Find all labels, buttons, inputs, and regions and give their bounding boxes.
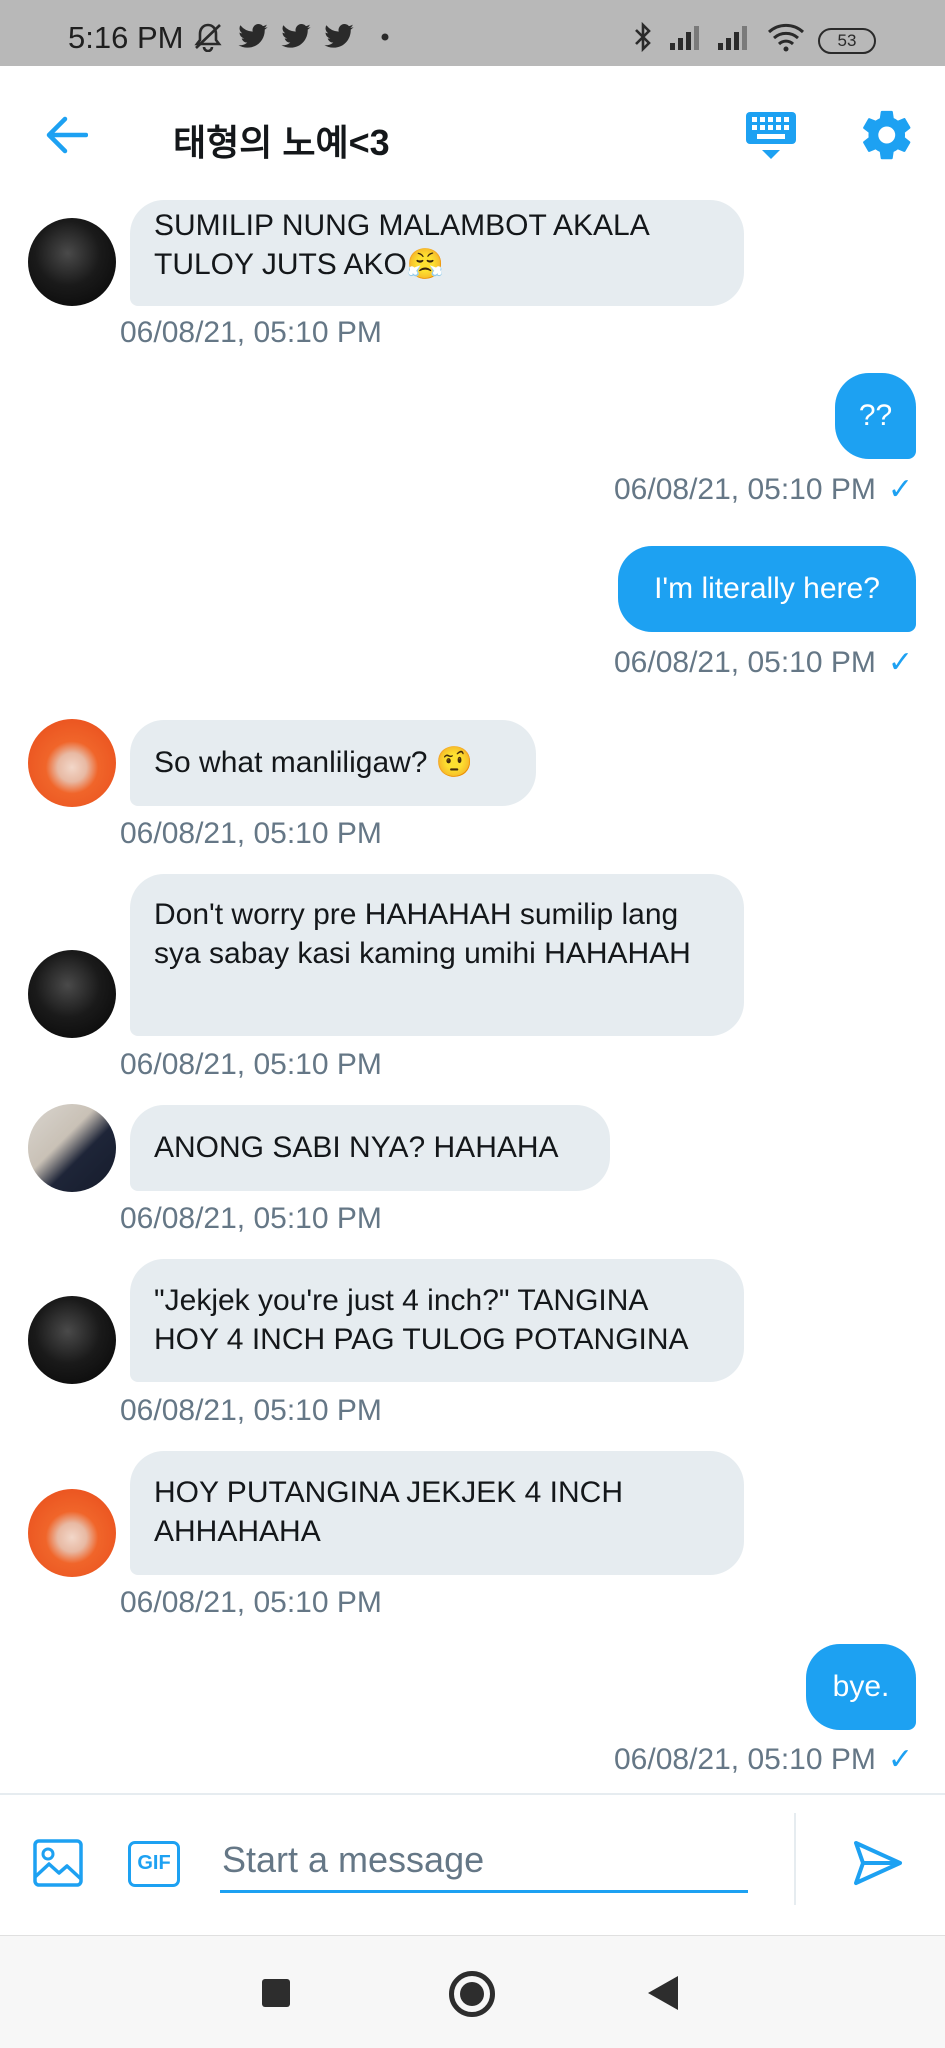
message-timestamp: 06/08/21, 05:10 PM bbox=[120, 1202, 382, 1235]
message-bubble-incoming[interactable]: ANONG SABI NYA? HAHAHA bbox=[130, 1105, 610, 1191]
message-input[interactable] bbox=[220, 1829, 748, 1893]
back-button[interactable] bbox=[38, 110, 94, 160]
keyboard-icon bbox=[746, 112, 796, 159]
check-icon: ✓ bbox=[887, 646, 913, 679]
message-composer: GIF bbox=[0, 1793, 945, 1933]
message-timestamp: 06/08/21, 05:10 PM ✓ bbox=[614, 473, 913, 506]
message-bubble-incoming[interactable]: So what manliligaw? 🤨 bbox=[130, 720, 536, 806]
message-bubble-outgoing[interactable]: I'm literally here? bbox=[618, 546, 916, 632]
wifi-icon bbox=[766, 22, 806, 52]
check-icon: ✓ bbox=[887, 1743, 913, 1776]
battery-icon: 53 bbox=[818, 28, 876, 54]
conversation-title[interactable]: 태형의 노예<3 bbox=[173, 114, 390, 166]
message-timestamp: 06/08/21, 05:10 PM ✓ bbox=[614, 646, 913, 679]
avatar[interactable] bbox=[28, 950, 116, 1038]
settings-button[interactable] bbox=[858, 106, 916, 164]
message-timestamp: 06/08/21, 05:10 PM bbox=[120, 817, 382, 850]
dot-icon bbox=[380, 22, 390, 52]
home-button[interactable] bbox=[449, 1971, 495, 2017]
keyboard-button[interactable] bbox=[742, 106, 800, 164]
twitter-icon bbox=[280, 22, 312, 52]
message-timestamp: 06/08/21, 05:10 PM bbox=[120, 1394, 382, 1427]
avatar[interactable] bbox=[28, 1104, 116, 1192]
message-timestamp: 06/08/21, 05:10 PM bbox=[120, 316, 382, 349]
status-bar: 5:16 PM 53 bbox=[0, 0, 945, 66]
signal-icon bbox=[668, 22, 706, 52]
signal-icon bbox=[716, 22, 754, 52]
system-navigation-bar bbox=[0, 1935, 945, 2048]
message-bubble-outgoing[interactable]: bye. bbox=[806, 1644, 916, 1730]
gear-icon bbox=[863, 110, 911, 160]
check-icon: ✓ bbox=[887, 473, 913, 506]
avatar[interactable] bbox=[28, 719, 116, 807]
twitter-icon bbox=[237, 22, 269, 52]
status-time: 5:16 PM bbox=[68, 20, 184, 55]
avatar[interactable] bbox=[28, 218, 116, 306]
system-back-button[interactable] bbox=[648, 1976, 678, 2010]
message-timestamp: 06/08/21, 05:10 PM bbox=[120, 1586, 382, 1619]
twitter-icon bbox=[323, 22, 355, 52]
avatar[interactable] bbox=[28, 1489, 116, 1577]
bluetooth-icon bbox=[632, 21, 654, 53]
send-icon bbox=[854, 1841, 902, 1885]
message-bubble-incoming[interactable]: HOY PUTANGINA JEKJEK 4 INCH AHHAHAHA bbox=[130, 1451, 744, 1575]
image-icon bbox=[33, 1839, 83, 1887]
arrow-left-icon bbox=[46, 116, 88, 154]
message-bubble-outgoing[interactable]: ?? bbox=[835, 373, 916, 459]
gif-button[interactable]: GIF bbox=[128, 1841, 180, 1887]
avatar[interactable] bbox=[28, 1296, 116, 1384]
message-timestamp: 06/08/21, 05:10 PM bbox=[120, 1048, 382, 1081]
recents-button[interactable] bbox=[262, 1979, 290, 2007]
add-image-button[interactable] bbox=[32, 1837, 84, 1889]
message-bubble-incoming[interactable]: Don't worry pre HAHAHAH sumilip lang sya… bbox=[130, 874, 744, 1036]
message-bubble-incoming[interactable]: "Jekjek you're just 4 inch?" TANGINA HOY… bbox=[130, 1259, 744, 1382]
divider bbox=[794, 1813, 796, 1905]
send-button[interactable] bbox=[850, 1835, 906, 1891]
message-bubble-incoming[interactable]: SUMILIP NUNG MALAMBOT AKALA TULOY JUTS A… bbox=[130, 200, 744, 306]
muted-bell-icon bbox=[192, 22, 224, 52]
message-timestamp: 06/08/21, 05:10 PM ✓ bbox=[614, 1743, 913, 1776]
conversation-header: 태형의 노예<3 bbox=[0, 66, 945, 200]
